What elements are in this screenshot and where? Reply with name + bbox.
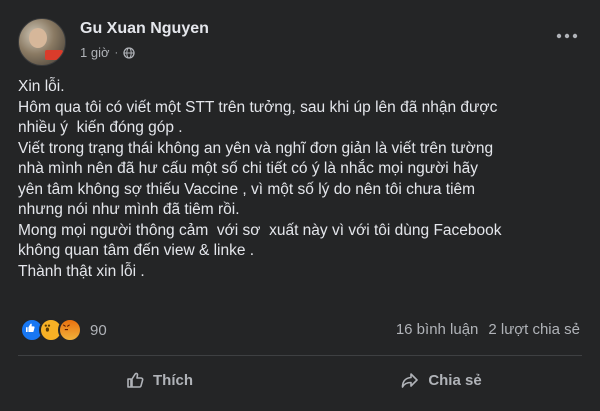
content-line: nhiều ý kiến đóng góp .	[18, 119, 183, 136]
author-name[interactable]: Gu Xuan Nguyen	[80, 20, 209, 38]
avatar[interactable]	[18, 18, 66, 66]
post-meta: 1 giờ ·	[80, 45, 135, 60]
content-line: không quan tâm đến view & linke .	[18, 242, 255, 259]
post-time[interactable]: 1 giờ	[80, 45, 110, 60]
comments-count[interactable]: 16 bình luận	[396, 321, 479, 338]
avatar-face	[29, 28, 47, 48]
content-line: nhưng nói như mình đã tiêm rồi.	[18, 201, 240, 218]
content-line: Viết trong trạng thái không an yên và ng…	[18, 139, 494, 157]
post-stats: 16 bình luận 2 lượt chia sẻ	[396, 321, 580, 338]
actions-divider	[18, 355, 582, 356]
angry-icon	[58, 318, 82, 342]
content-line: nhà mình nên đã hư cấu một số chi tiết c…	[18, 160, 478, 177]
share-button[interactable]: Chia sẻ	[300, 360, 582, 400]
content-line: yên tâm không sợ thiếu Vaccine , vì một …	[18, 180, 476, 198]
shares-count[interactable]: 2 lượt chia sẻ	[488, 321, 580, 338]
content-line: Thành thật xin lỗi .	[18, 262, 145, 280]
more-horizontal-icon	[556, 33, 578, 39]
like-label: Thích	[153, 371, 193, 389]
avatar-badge	[45, 50, 63, 60]
reactions-summary[interactable]: 90	[20, 318, 107, 342]
facebook-post: Gu Xuan Nguyen 1 giờ · Xin lỗi. Hôm qua …	[0, 0, 600, 411]
share-arrow-icon	[402, 373, 419, 388]
globe-icon[interactable]	[123, 46, 135, 59]
more-options-button[interactable]	[556, 28, 578, 40]
meta-separator: ·	[114, 46, 119, 59]
content-line: Mong mọi người thông cảm với sơ xuất này…	[18, 221, 502, 239]
content-line: Hôm qua tôi có viết một STT trên tưởng, …	[18, 98, 498, 116]
share-label: Chia sẻ	[428, 371, 482, 389]
thumbs-up-icon	[127, 372, 144, 388]
reaction-count[interactable]: 90	[90, 322, 107, 339]
post-content: Xin lỗi. Hôm qua tôi có viết một STT trê…	[18, 77, 593, 282]
like-button[interactable]: Thích	[18, 360, 300, 400]
content-line: Xin lỗi.	[18, 78, 65, 95]
post-actions: Thích Chia sẻ	[18, 360, 582, 400]
